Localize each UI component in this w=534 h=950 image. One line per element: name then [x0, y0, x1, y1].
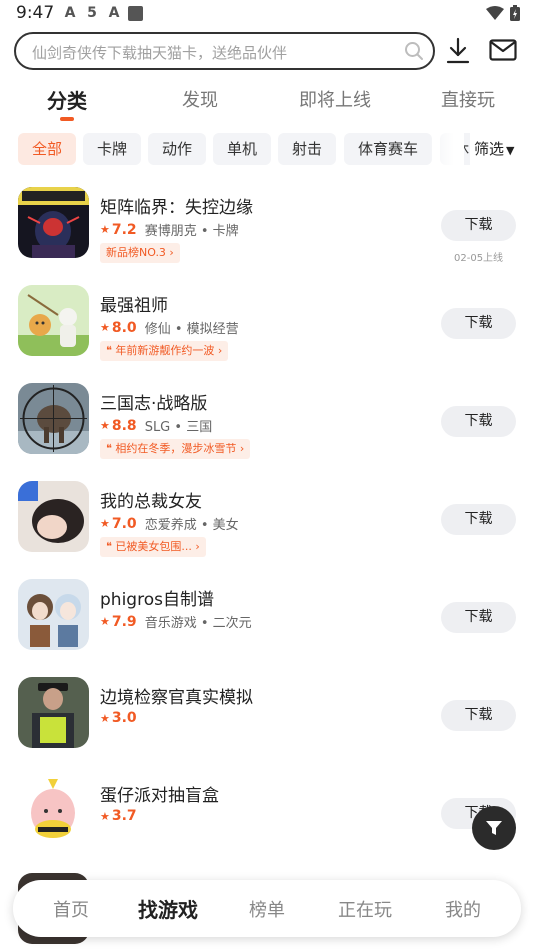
star-icon: ★	[100, 517, 110, 530]
funnel-icon: ▼	[506, 144, 515, 157]
download-button[interactable]: 下载	[441, 504, 516, 535]
filter-button[interactable]: 筛选 ▼	[470, 133, 515, 165]
status-time: 9:47	[16, 3, 55, 23]
game-title: phigros自制谱	[100, 590, 214, 610]
game-meta: ★ 3.7	[100, 808, 145, 824]
download-button[interactable]: 下载	[441, 700, 516, 731]
list-item[interactable]: 矩阵临界：失控边缘 ★ 7.2 赛博朋克 • 卡牌 新品榜NO.3 › 下载 0…	[0, 187, 534, 285]
download-button[interactable]: 下载	[441, 406, 516, 437]
game-meta: ★ 7.9 音乐游戏 • 二次元	[100, 612, 252, 632]
mail-icon[interactable]	[489, 39, 517, 61]
game-genre: 恋爱养成 • 美女	[144, 518, 239, 533]
download-button[interactable]: 下载	[441, 210, 516, 241]
game-title: 矩阵临界：失控边缘	[100, 198, 253, 218]
bottom-navigation: 首页 找游戏 榜单 正在玩 我的	[13, 880, 521, 937]
star-icon: ★	[100, 809, 110, 823]
game-tag[interactable]: ❝ 已被美女包围... ›	[100, 537, 206, 557]
game-icon	[18, 481, 89, 552]
chip-sports-racing[interactable]: 体育赛车	[344, 133, 433, 165]
game-genre: SLG • 三国	[144, 420, 213, 435]
list-item[interactable]: 我的总裁女友 ★ 7.0 恋爱养成 • 美女 ❝ 已被美女包围... › 下载	[0, 481, 534, 579]
app-notification-icon: A	[64, 5, 76, 21]
game-meta: ★ 7.0 恋爱养成 • 美女	[100, 514, 239, 534]
app-notification-square-icon	[128, 5, 143, 21]
status-system-icons	[486, 5, 520, 21]
game-title: 最强祖师	[100, 296, 168, 316]
game-title: 边境检察官真实模拟	[100, 688, 253, 708]
game-tag[interactable]: ❝ 相约在冬季，漫步冰雪节 ›	[100, 439, 251, 459]
tab-coming-soon[interactable]: 即将上线	[299, 86, 371, 112]
game-tag[interactable]: ❝ 年前新游靓作约一波 ›	[100, 341, 229, 361]
game-rating: 3.7	[111, 808, 137, 824]
search-placeholder: 仙剑奇侠传下载抽天猫卡，送绝品伙伴	[32, 44, 288, 62]
game-genre: 音乐游戏 • 二次元	[144, 616, 252, 631]
game-meta: ★ 8.8 SLG • 三国	[100, 416, 213, 436]
app-notification-icon: 5	[87, 5, 97, 21]
list-item[interactable]: 三国志·战略版 ★ 8.8 SLG • 三国 ❝ 相约在冬季，漫步冰雪节 › 下…	[0, 383, 534, 481]
filter-icon	[486, 821, 502, 835]
game-rating: 7.9	[111, 613, 137, 630]
game-genre: 修仙 • 模拟经营	[144, 322, 239, 337]
game-rating: 7.0	[111, 515, 137, 532]
game-title: 三国志·战略版	[100, 394, 208, 414]
download-icon[interactable]	[445, 37, 471, 65]
star-icon: ★	[100, 223, 110, 236]
battery-icon	[510, 5, 520, 21]
star-icon: ★	[100, 615, 110, 628]
search-icon[interactable]	[404, 41, 424, 61]
game-meta: ★ 3.0	[100, 710, 145, 726]
nav-home[interactable]: 首页	[53, 896, 89, 922]
game-icon	[18, 187, 89, 258]
status-bar: 9:47 A 5 A	[0, 0, 534, 28]
star-icon: ★	[100, 321, 110, 334]
list-item[interactable]: phigros自制谱 ★ 7.9 音乐游戏 • 二次元 下载	[0, 579, 534, 677]
chip-action[interactable]: 动作	[148, 133, 207, 165]
category-tabs: 分类 发现 即将上线 直接玩	[0, 86, 534, 122]
game-genre: 赛博朋克 • 卡牌	[144, 224, 239, 239]
genre-chips: 全部 卡牌 动作 单机 射击 体育赛车 休	[0, 133, 534, 165]
game-icon	[18, 579, 89, 650]
nav-find-games[interactable]: 找游戏	[138, 894, 198, 923]
chip-shooter[interactable]: 射击	[278, 133, 337, 165]
download-button[interactable]: 下载	[441, 602, 516, 633]
game-title: 我的总裁女友	[100, 492, 202, 512]
chip-scroll-fade	[430, 133, 464, 165]
floating-filter-button[interactable]	[472, 806, 516, 850]
nav-rankings[interactable]: 榜单	[249, 896, 285, 922]
search-bar[interactable]: 仙剑奇侠传下载抽天猫卡，送绝品伙伴	[14, 32, 435, 70]
game-rating: 8.0	[111, 319, 137, 336]
star-icon: ★	[100, 419, 110, 432]
game-rating: 3.0	[111, 710, 137, 726]
game-rating: 7.2	[111, 221, 137, 238]
game-icon	[18, 285, 89, 356]
app-notification-icon: A	[108, 5, 120, 21]
nav-playing[interactable]: 正在玩	[338, 896, 392, 922]
list-item[interactable]: 蛋仔派对抽盲盒 ★ 3.7 下载	[0, 775, 534, 873]
list-item[interactable]: 最强祖师 ★ 8.0 修仙 • 模拟经营 ❝ 年前新游靓作约一波 › 下载	[0, 285, 534, 383]
list-item[interactable]: 边境检察官真实模拟 ★ 3.0 下载	[0, 677, 534, 775]
game-title: 蛋仔派对抽盲盒	[100, 786, 219, 806]
chip-single-player[interactable]: 单机	[213, 133, 272, 165]
wifi-icon	[486, 6, 504, 20]
nav-profile[interactable]: 我的	[445, 896, 481, 922]
game-icon	[18, 775, 89, 846]
tab-categories[interactable]: 分类	[47, 85, 87, 114]
game-icon	[18, 677, 89, 748]
status-notification-icons: A 5 A	[62, 5, 143, 21]
game-icon	[18, 383, 89, 454]
tab-play-now[interactable]: 直接玩	[441, 86, 495, 112]
game-meta: ★ 7.2 赛博朋克 • 卡牌	[100, 220, 239, 240]
tab-discover[interactable]: 发现	[182, 86, 218, 112]
release-date: 02-05上线	[454, 253, 504, 264]
game-meta: ★ 8.0 修仙 • 模拟经营	[100, 318, 239, 338]
filter-label: 筛选	[474, 140, 505, 158]
chip-card[interactable]: 卡牌	[83, 133, 142, 165]
download-button[interactable]: 下载	[441, 308, 516, 339]
chip-all[interactable]: 全部	[18, 133, 77, 165]
star-icon: ★	[100, 711, 110, 725]
active-tab-indicator	[60, 117, 74, 121]
game-tag[interactable]: 新品榜NO.3 ›	[100, 243, 180, 263]
game-rating: 8.8	[111, 417, 137, 434]
